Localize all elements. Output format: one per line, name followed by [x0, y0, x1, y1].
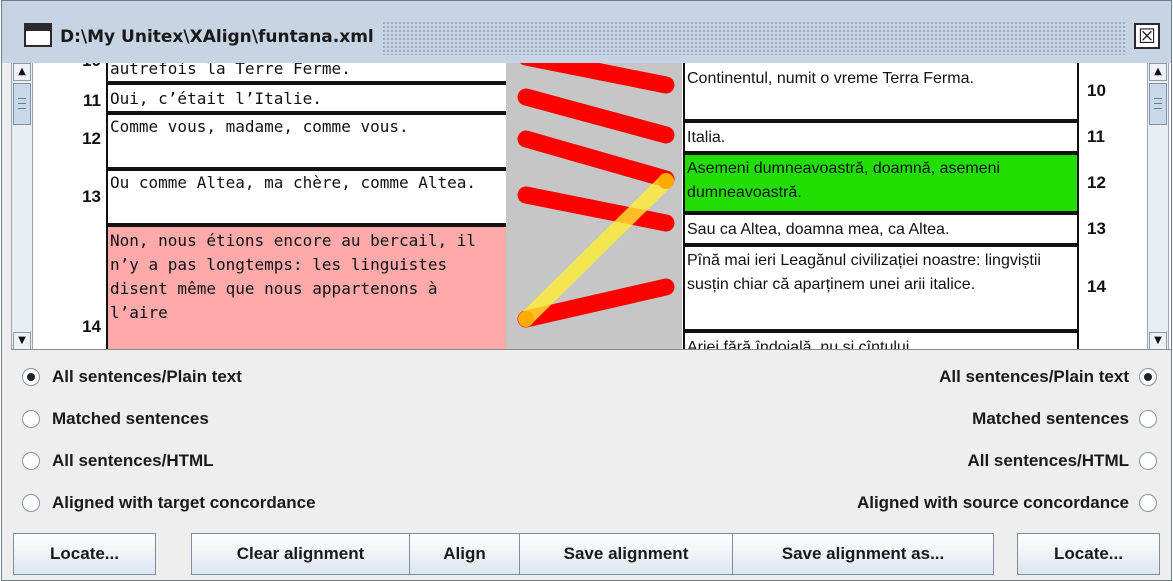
window-title: D:\My Unitex\XAlign\funtana.xml	[60, 27, 374, 47]
link-endpoint	[658, 173, 674, 189]
target-option-matched[interactable]: Matched sentences	[972, 405, 1157, 433]
target-sentence-selected[interactable]: Asemeni dumneavoastră, doamnă, asemeni d…	[683, 153, 1079, 213]
source-sentence[interactable]: Ou comme Altea, ma chère, comme Altea.	[106, 169, 508, 225]
scroll-thumb[interactable]	[13, 83, 31, 125]
option-label: Aligned with target concordance	[52, 493, 316, 512]
option-label: Aligned with source concordance	[856, 493, 1129, 512]
radio-button[interactable]	[22, 368, 40, 386]
target-sentence-number: 13	[1087, 219, 1106, 238]
target-scrollbar[interactable]: ▲ ▼	[1147, 63, 1169, 349]
alignment-links-panel[interactable]	[506, 63, 682, 349]
scroll-thumb[interactable]	[1149, 83, 1167, 125]
source-sentence[interactable]: Comme vous, madame, comme vous.	[106, 113, 508, 169]
scroll-down-arrow-icon[interactable]: ▼	[1149, 332, 1167, 349]
radio-button[interactable]	[1139, 368, 1157, 386]
target-sentence-number: 11	[1087, 127, 1105, 146]
alignment-link	[517, 130, 675, 188]
source-sentence-selected[interactable]: Non, nous étions encore au bercail, il n…	[106, 225, 508, 349]
option-label: All sentences/Plain text	[939, 367, 1129, 386]
target-sentence[interactable]: Ariei fără îndoială, nu și cîntului	[683, 331, 1079, 349]
source-option-all-plain[interactable]: All sentences/Plain text	[22, 363, 242, 391]
source-sentence-number: 10	[73, 63, 101, 71]
source-sentence[interactable]: Oui, c’était l’Italie.	[106, 83, 508, 113]
source-option-all-html[interactable]: All sentences/HTML	[22, 447, 214, 475]
locate-source-button[interactable]: Locate...	[13, 533, 156, 575]
source-sentence-number: 13	[82, 187, 101, 206]
source-sentence-number: 11	[83, 91, 101, 110]
option-label: Matched sentences	[972, 409, 1129, 428]
radio-button[interactable]	[1139, 494, 1157, 512]
scroll-up-arrow-icon[interactable]: ▲	[13, 63, 31, 81]
align-button[interactable]: Align	[409, 533, 520, 575]
source-scrollbar[interactable]: ▲ ▼	[11, 63, 33, 349]
title-bar-grip	[382, 21, 1127, 55]
radio-button[interactable]	[22, 410, 40, 428]
source-option-concordance[interactable]: Aligned with target concordance	[22, 489, 316, 517]
target-sentence-number: 14	[1087, 277, 1106, 296]
source-sentence[interactable]: autrefois la Terre Ferme.	[106, 63, 508, 83]
save-alignment-button[interactable]: Save alignment	[519, 533, 733, 575]
close-icon[interactable]: ☒	[1134, 23, 1160, 49]
target-option-all-plain[interactable]: All sentences/Plain text	[939, 363, 1157, 391]
application-window: D:\My Unitex\XAlign\funtana.xml ☒ ▲ ▼ 10…	[1, 0, 1172, 581]
target-sentence[interactable]: Continentul, numit o vreme Terra Ferma.	[683, 63, 1079, 121]
target-sentence[interactable]: Sau ca Altea, doamna mea, ca Altea.	[683, 213, 1079, 245]
scroll-up-arrow-icon[interactable]: ▲	[1149, 63, 1167, 81]
option-label: All sentences/Plain text	[52, 367, 242, 386]
radio-button[interactable]	[22, 494, 40, 512]
alignment-link	[519, 63, 675, 94]
target-option-concordance[interactable]: Aligned with source concordance	[857, 489, 1157, 517]
option-label: All sentences/HTML	[52, 451, 214, 470]
save-alignment-as-button[interactable]: Save alignment as...	[732, 533, 994, 575]
target-sentence-number: 10	[1087, 81, 1106, 100]
target-sentence[interactable]: Pînă mai ieri Leagănul civilizației noas…	[683, 245, 1079, 331]
alignment-links	[517, 63, 675, 328]
option-label: Matched sentences	[52, 409, 209, 428]
target-sentence[interactable]: Italia.	[683, 121, 1079, 153]
source-sentence-number: 12	[82, 129, 101, 148]
title-bar[interactable]: D:\My Unitex\XAlign\funtana.xml ☒	[2, 1, 1171, 63]
option-label: All sentences/HTML	[967, 451, 1129, 470]
radio-button[interactable]	[1139, 452, 1157, 470]
radio-button[interactable]	[22, 452, 40, 470]
window-icon	[24, 23, 52, 47]
target-sentence-number: 12	[1087, 173, 1106, 192]
source-sentence-number: 14	[82, 317, 101, 336]
target-option-all-html[interactable]: All sentences/HTML	[967, 447, 1157, 475]
locate-target-button[interactable]: Locate...	[1017, 533, 1160, 575]
source-option-matched[interactable]: Matched sentences	[22, 405, 209, 433]
alignment-link	[517, 88, 675, 144]
alignment-view: ▲ ▼ 10 11 12 13 14 autrefois la Terre Fe…	[11, 63, 1171, 350]
radio-button[interactable]	[1139, 410, 1157, 428]
clear-alignment-button[interactable]: Clear alignment	[191, 533, 410, 575]
link-endpoint	[518, 311, 534, 327]
scroll-down-arrow-icon[interactable]: ▼	[13, 332, 31, 349]
